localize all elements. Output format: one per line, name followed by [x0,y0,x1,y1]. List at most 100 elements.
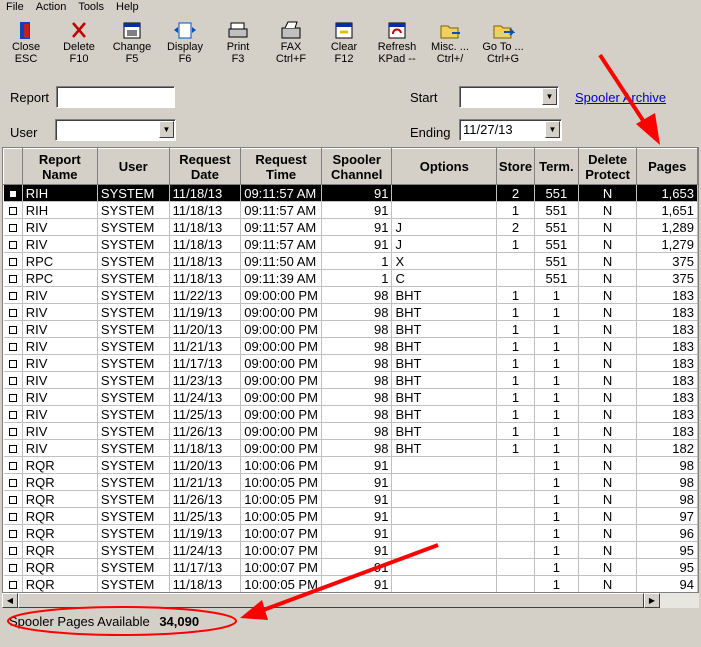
menu-help[interactable]: Help [110,0,145,16]
table-row[interactable]: RIV SYSTEM 11/18/13 09:11:57 AM 91 J 1 551 N 1,27… [3,235,698,253]
row-checkbox[interactable] [3,218,23,236]
menu-action[interactable]: Action [30,0,73,16]
checkbox-icon[interactable] [8,308,17,317]
table-row[interactable]: RPC SYSTEM 11/18/13 09:11:39 AM 1 C 551 N 375 [3,269,698,287]
row-checkbox[interactable] [3,473,23,491]
column-header[interactable]: Term. [534,148,579,185]
table-row[interactable]: RIH SYSTEM 11/18/13 09:11:57 AM 91 1 551 N 1,651 [3,201,698,219]
row-checkbox[interactable] [3,354,23,372]
table-row[interactable]: RQR SYSTEM 11/25/13 10:00:05 PM 91 1 N 97 [3,507,698,525]
table-row[interactable]: RQR SYSTEM 11/26/13 10:00:05 PM 91 1 N 98 [3,490,698,508]
column-header[interactable]: Report Name [21,148,98,185]
user-dropdown-button[interactable]: ▼ [159,121,174,138]
row-checkbox[interactable] [3,286,23,304]
column-header[interactable]: Request Time [240,148,322,185]
column-header[interactable]: Delete Protect [577,148,638,185]
table-row[interactable]: RIV SYSTEM 11/20/13 09:00:00 PM 98 BHT 1 1 N 183 [3,320,698,338]
table-row[interactable]: RIV SYSTEM 11/18/13 09:00:00 PM 98 BHT 1 1 N 182 [3,439,698,457]
row-checkbox[interactable] [3,405,23,423]
scroll-right-arrow-icon[interactable]: ▶ [644,593,660,608]
close-button[interactable]: Close ESC [0,16,52,74]
refresh-button[interactable]: Refresh KPad -- [371,16,423,74]
checkbox-icon[interactable] [8,223,17,232]
checkbox-icon[interactable] [8,274,17,283]
row-checkbox[interactable] [3,252,23,270]
column-header[interactable] [3,148,23,185]
column-header[interactable]: User [96,148,170,185]
table-row[interactable]: RQR SYSTEM 11/21/13 10:00:05 PM 91 1 N 98 [3,473,698,491]
display-button[interactable]: Display F6 [159,16,211,74]
table-row[interactable]: RIV SYSTEM 11/19/13 09:00:00 PM 98 BHT 1 1 N 183 [3,303,698,321]
checkbox-icon[interactable] [8,359,17,368]
row-checkbox[interactable] [3,184,23,202]
checkbox-icon[interactable] [8,478,17,487]
checkbox-icon[interactable] [8,325,17,334]
spooler-archive-link[interactable]: Spooler Archive [575,90,666,105]
row-checkbox[interactable] [3,371,23,389]
row-checkbox[interactable] [3,490,23,508]
checkbox-icon[interactable] [8,546,17,555]
change-button[interactable]: Change F5 [106,16,158,74]
scroll-left-arrow-icon[interactable]: ◀ [2,593,18,608]
checkbox-icon[interactable] [8,495,17,504]
menu-tools[interactable]: Tools [72,0,110,16]
column-header[interactable]: Spooler Channel [320,148,393,185]
delete-button[interactable]: Delete F10 [53,16,105,74]
row-checkbox[interactable] [3,456,23,474]
row-checkbox[interactable] [3,575,23,593]
row-checkbox[interactable] [3,235,23,253]
clear-button[interactable]: Clear F12 [318,16,370,74]
checkbox-icon[interactable] [8,342,17,351]
horizontal-scrollbar[interactable]: ◀ ▶ [2,592,699,608]
checkbox-icon[interactable] [8,512,17,521]
menu-file[interactable]: File [0,0,30,16]
table-row[interactable]: RIV SYSTEM 11/21/13 09:00:00 PM 98 BHT 1 1 N 183 [3,337,698,355]
checkbox-icon[interactable] [8,461,17,470]
checkbox-icon[interactable] [8,257,17,266]
table-row[interactable]: RQR SYSTEM 11/19/13 10:00:07 PM 91 1 N 96 [3,524,698,542]
checkbox-icon[interactable] [8,444,17,453]
table-row[interactable]: RIH SYSTEM 11/18/13 09:11:57 AM 91 2 551 N 1,653 [3,184,698,202]
table-row[interactable]: RIV SYSTEM 11/24/13 09:00:00 PM 98 BHT 1 1 N 183 [3,388,698,406]
table-row[interactable]: RIV SYSTEM 11/17/13 09:00:00 PM 98 BHT 1 1 N 183 [3,354,698,372]
table-row[interactable]: RQR SYSTEM 11/18/13 10:00:05 PM 91 1 N 94 [3,575,698,593]
row-checkbox[interactable] [3,337,23,355]
ending-dropdown-button[interactable]: ▼ [545,121,560,138]
checkbox-icon[interactable] [8,240,17,249]
checkbox-icon[interactable] [8,427,17,436]
checkbox-icon[interactable] [8,376,17,385]
table-row[interactable]: RQR SYSTEM 11/24/13 10:00:07 PM 91 1 N 95 [3,541,698,559]
table-row[interactable]: RIV SYSTEM 11/22/13 09:00:00 PM 98 BHT 1 1 N 183 [3,286,698,304]
print-button[interactable]: Print F3 [212,16,264,74]
column-header[interactable]: Request Date [168,148,242,185]
row-checkbox[interactable] [3,422,23,440]
row-checkbox[interactable] [3,303,23,321]
column-header[interactable]: Pages [636,148,698,185]
table-row[interactable]: RIV SYSTEM 11/18/13 09:11:57 AM 91 J 2 551 N 1,28… [3,218,698,236]
checkbox-icon[interactable] [8,410,17,419]
row-checkbox[interactable] [3,507,23,525]
checkbox-icon[interactable] [8,206,17,215]
row-checkbox[interactable] [3,320,23,338]
checkbox-icon[interactable] [8,529,17,538]
column-header[interactable]: Options [391,148,498,185]
row-checkbox[interactable] [3,388,23,406]
user-select[interactable]: ▼ [55,119,176,141]
checkbox-icon[interactable] [8,291,17,300]
row-checkbox[interactable] [3,201,23,219]
checkbox-icon[interactable] [8,189,17,198]
table-row[interactable]: RIV SYSTEM 11/23/13 09:00:00 PM 98 BHT 1 1 N 183 [3,371,698,389]
ending-select[interactable]: 11/27/13 ▼ [459,119,562,141]
row-checkbox[interactable] [3,558,23,576]
checkbox-icon[interactable] [8,563,17,572]
checkbox-icon[interactable] [8,393,17,402]
fax-button[interactable]: FAX Ctrl+F [265,16,317,74]
table-row[interactable]: RIV SYSTEM 11/26/13 09:00:00 PM 98 BHT 1 1 N 183 [3,422,698,440]
row-checkbox[interactable] [3,439,23,457]
table-row[interactable]: RQR SYSTEM 11/20/13 10:00:06 PM 91 1 N 98 [3,456,698,474]
start-dropdown-button[interactable]: ▼ [542,88,557,105]
misc-button[interactable]: Misc. ... Ctrl+/ [424,16,476,74]
row-checkbox[interactable] [3,524,23,542]
row-checkbox[interactable] [3,541,23,559]
start-select[interactable]: ▼ [459,86,559,108]
